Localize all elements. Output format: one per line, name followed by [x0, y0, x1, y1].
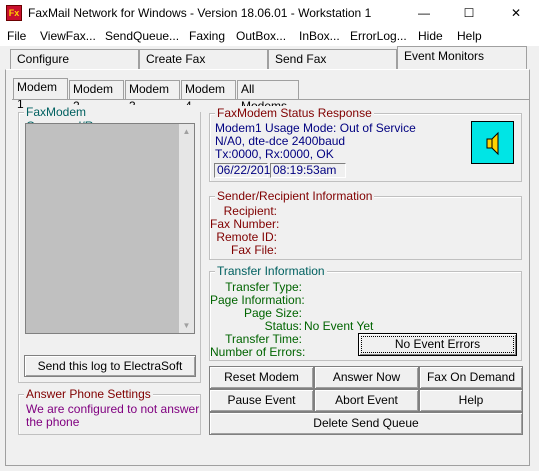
status-date: 06/22/2018: [214, 163, 277, 178]
speaker-icon: [486, 131, 499, 156]
answer-now-button[interactable]: Answer Now: [314, 366, 419, 389]
title-bar: Fx FaxMail Network for Windows - Version…: [0, 0, 539, 27]
menu-inbox[interactable]: InBox...: [299, 29, 340, 43]
help-button[interactable]: Help: [419, 389, 523, 412]
log-scrollbar[interactable]: ▲ ▼: [179, 124, 194, 333]
tab-all-modems[interactable]: All Modems: [237, 80, 299, 113]
number-of-errors-label: Number of Errors:: [210, 345, 306, 359]
fax-on-demand-button[interactable]: Fax On Demand: [419, 366, 523, 389]
scroll-up-icon[interactable]: ▲: [181, 126, 192, 137]
answer-phone-message-line2: the phone: [26, 415, 80, 429]
status-time: 08:19:53am: [270, 163, 346, 178]
command-response-log[interactable]: ▲ ▼: [25, 123, 195, 334]
tab-modem-3[interactable]: Modem 3: [125, 80, 180, 113]
speaker-button[interactable]: [471, 121, 514, 164]
status-response-label: FaxModem Status Response: [215, 106, 374, 120]
tab-create-fax[interactable]: Create Fax: [139, 49, 268, 69]
menu-sendqueue[interactable]: SendQueue...: [105, 29, 179, 43]
tab-send-fax[interactable]: Send Fax: [268, 49, 397, 69]
no-event-errors-button[interactable]: No Event Errors: [358, 333, 517, 356]
status-tx-rx: Tx:0000, Rx:0000, OK: [215, 147, 334, 161]
scroll-down-icon[interactable]: ▼: [181, 320, 192, 331]
menu-hide[interactable]: Hide: [418, 29, 443, 43]
send-log-button[interactable]: Send this log to ElectraSoft: [24, 355, 196, 377]
menu-file[interactable]: File: [7, 29, 26, 43]
menu-help[interactable]: Help: [457, 29, 482, 43]
abort-event-button[interactable]: Abort Event: [314, 389, 419, 412]
answer-phone-label: Answer Phone Settings: [24, 387, 153, 401]
close-button[interactable]: ✕: [493, 0, 539, 27]
menu-outbox[interactable]: OutBox...: [236, 29, 286, 43]
delete-send-queue-button[interactable]: Delete Send Queue: [209, 412, 523, 435]
tab-modem-1[interactable]: Modem 1: [13, 78, 68, 111]
maximize-button[interactable]: ☐: [446, 0, 492, 27]
menu-errorlog[interactable]: ErrorLog...: [350, 29, 407, 43]
top-tab-strip: Configure Create Fax Send Fax Event Moni…: [0, 46, 539, 69]
menu-bar: File ViewFax... SendQueue... Faxing OutB…: [0, 27, 539, 46]
minimize-button[interactable]: —: [401, 0, 447, 27]
fax-file-label: Fax File:: [230, 243, 277, 257]
pause-event-button[interactable]: Pause Event: [209, 389, 314, 412]
sender-recipient-label: Sender/Recipient Information: [215, 189, 375, 203]
tab-modem-4[interactable]: Modem 4: [181, 80, 236, 113]
tab-configure[interactable]: Configure: [10, 49, 139, 69]
menu-viewfax[interactable]: ViewFax...: [40, 29, 96, 43]
tab-event-monitors[interactable]: Event Monitors: [397, 46, 527, 69]
tab-modem-2[interactable]: Modem 2: [69, 80, 124, 113]
faxmail-app-icon: Fx: [6, 5, 22, 21]
window-title: FaxMail Network for Windows - Version 18…: [28, 6, 372, 20]
menu-faxing[interactable]: Faxing: [189, 29, 225, 43]
reset-modem-button[interactable]: Reset Modem: [209, 366, 314, 389]
transfer-status-value: No Event Yet: [304, 319, 374, 333]
transfer-info-label: Transfer Information: [215, 264, 327, 278]
